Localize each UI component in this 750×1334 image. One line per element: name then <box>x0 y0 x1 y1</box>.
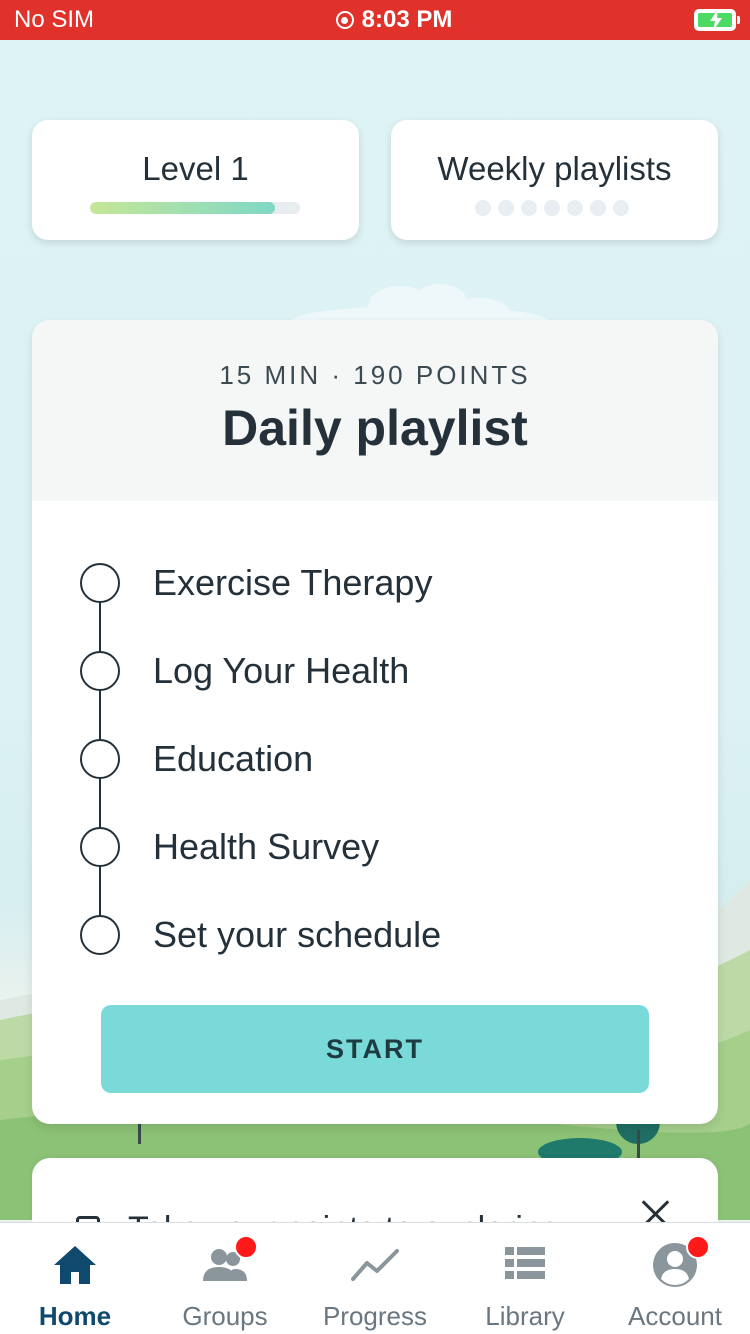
progress-icon <box>351 1249 399 1281</box>
screen-recording-icon <box>335 11 354 29</box>
notification-badge <box>686 1235 710 1259</box>
step-exercise-therapy[interactable]: Exercise Therapy <box>32 539 718 627</box>
step-status-circle <box>80 563 120 603</box>
step-education[interactable]: Education <box>32 715 718 803</box>
status-time-group: 8:03 PM <box>335 6 453 34</box>
weekly-dot <box>567 200 583 216</box>
weekly-progress-dots <box>475 200 629 216</box>
step-status-circle <box>80 915 120 955</box>
level-title: Level 1 <box>142 150 249 187</box>
tab-label: Groups <box>182 1301 268 1331</box>
tab-groups[interactable]: Groups <box>150 1223 300 1334</box>
weekly-dot <box>544 200 560 216</box>
weekly-playlists-card[interactable]: Weekly playlists <box>391 120 718 240</box>
step-label: Education <box>153 738 314 779</box>
tab-account[interactable]: Account <box>600 1223 750 1334</box>
daily-playlist-card: 15 MIN · 190 POINTS Daily playlist Exerc… <box>32 320 718 1124</box>
start-button[interactable]: START <box>101 1005 649 1093</box>
notification-badge <box>234 1235 258 1259</box>
playlist-meta: 15 MIN · 190 POINTS <box>219 360 531 390</box>
home-icon <box>54 1246 96 1284</box>
step-set-your-schedule[interactable]: Set your schedule <box>32 891 718 979</box>
tab-library[interactable]: Library <box>450 1223 600 1334</box>
step-label: Exercise Therapy <box>153 562 433 603</box>
step-health-survey[interactable]: Health Survey <box>32 803 718 891</box>
playlist-header: 15 MIN · 190 POINTS Daily playlist <box>32 320 718 501</box>
level-progress-fill <box>90 202 275 214</box>
weekly-dot <box>613 200 629 216</box>
step-label: Log Your Health <box>153 650 410 691</box>
tab-bar: Home Groups Progress Library Account <box>0 1222 750 1334</box>
tab-label: Home <box>38 1301 112 1331</box>
step-log-your-health[interactable]: Log Your Health <box>32 627 718 715</box>
playlist-title: Daily playlist <box>222 400 528 456</box>
step-label: Health Survey <box>153 826 380 867</box>
weekly-dot <box>521 200 537 216</box>
tab-label: Library <box>485 1301 565 1331</box>
step-label: Set your schedule <box>153 914 442 955</box>
step-status-circle <box>80 827 120 867</box>
tab-label: Account <box>628 1301 722 1331</box>
battery-charging-icon <box>694 9 740 31</box>
tab-progress[interactable]: Progress <box>300 1223 450 1334</box>
weekly-dot <box>498 200 514 216</box>
level-progress-bar <box>90 202 300 214</box>
library-icon <box>505 1247 545 1279</box>
tab-label: Progress <box>322 1301 428 1331</box>
weekly-dot <box>475 200 491 216</box>
weekly-dot <box>590 200 606 216</box>
status-bar: No SIM 8:03 PM <box>0 0 750 40</box>
step-status-circle <box>80 651 120 691</box>
tab-home[interactable]: Home <box>0 1223 150 1334</box>
step-status-circle <box>80 739 120 779</box>
level-card[interactable]: Level 1 <box>32 120 359 240</box>
weekly-playlists-title: Weekly playlists <box>437 150 672 187</box>
status-time: 8:03 PM <box>361 6 453 33</box>
carrier-label: No SIM <box>14 6 95 33</box>
playlist-steps: Exercise Therapy Log Your Health Educati… <box>32 539 718 979</box>
